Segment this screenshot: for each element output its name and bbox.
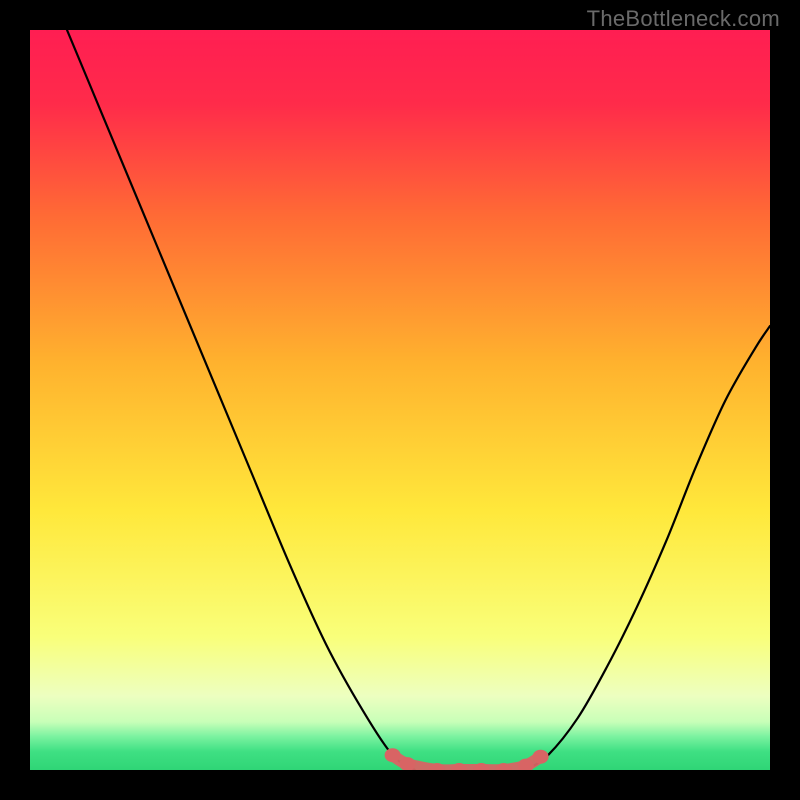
chart-frame: TheBottleneck.com bbox=[0, 0, 800, 800]
watermark: TheBottleneck.com bbox=[587, 6, 780, 32]
curve-left bbox=[67, 30, 415, 770]
curve-right bbox=[526, 326, 770, 770]
plot-area bbox=[30, 30, 770, 770]
bottleneck-curve bbox=[30, 30, 770, 770]
curve-markers bbox=[385, 748, 549, 770]
